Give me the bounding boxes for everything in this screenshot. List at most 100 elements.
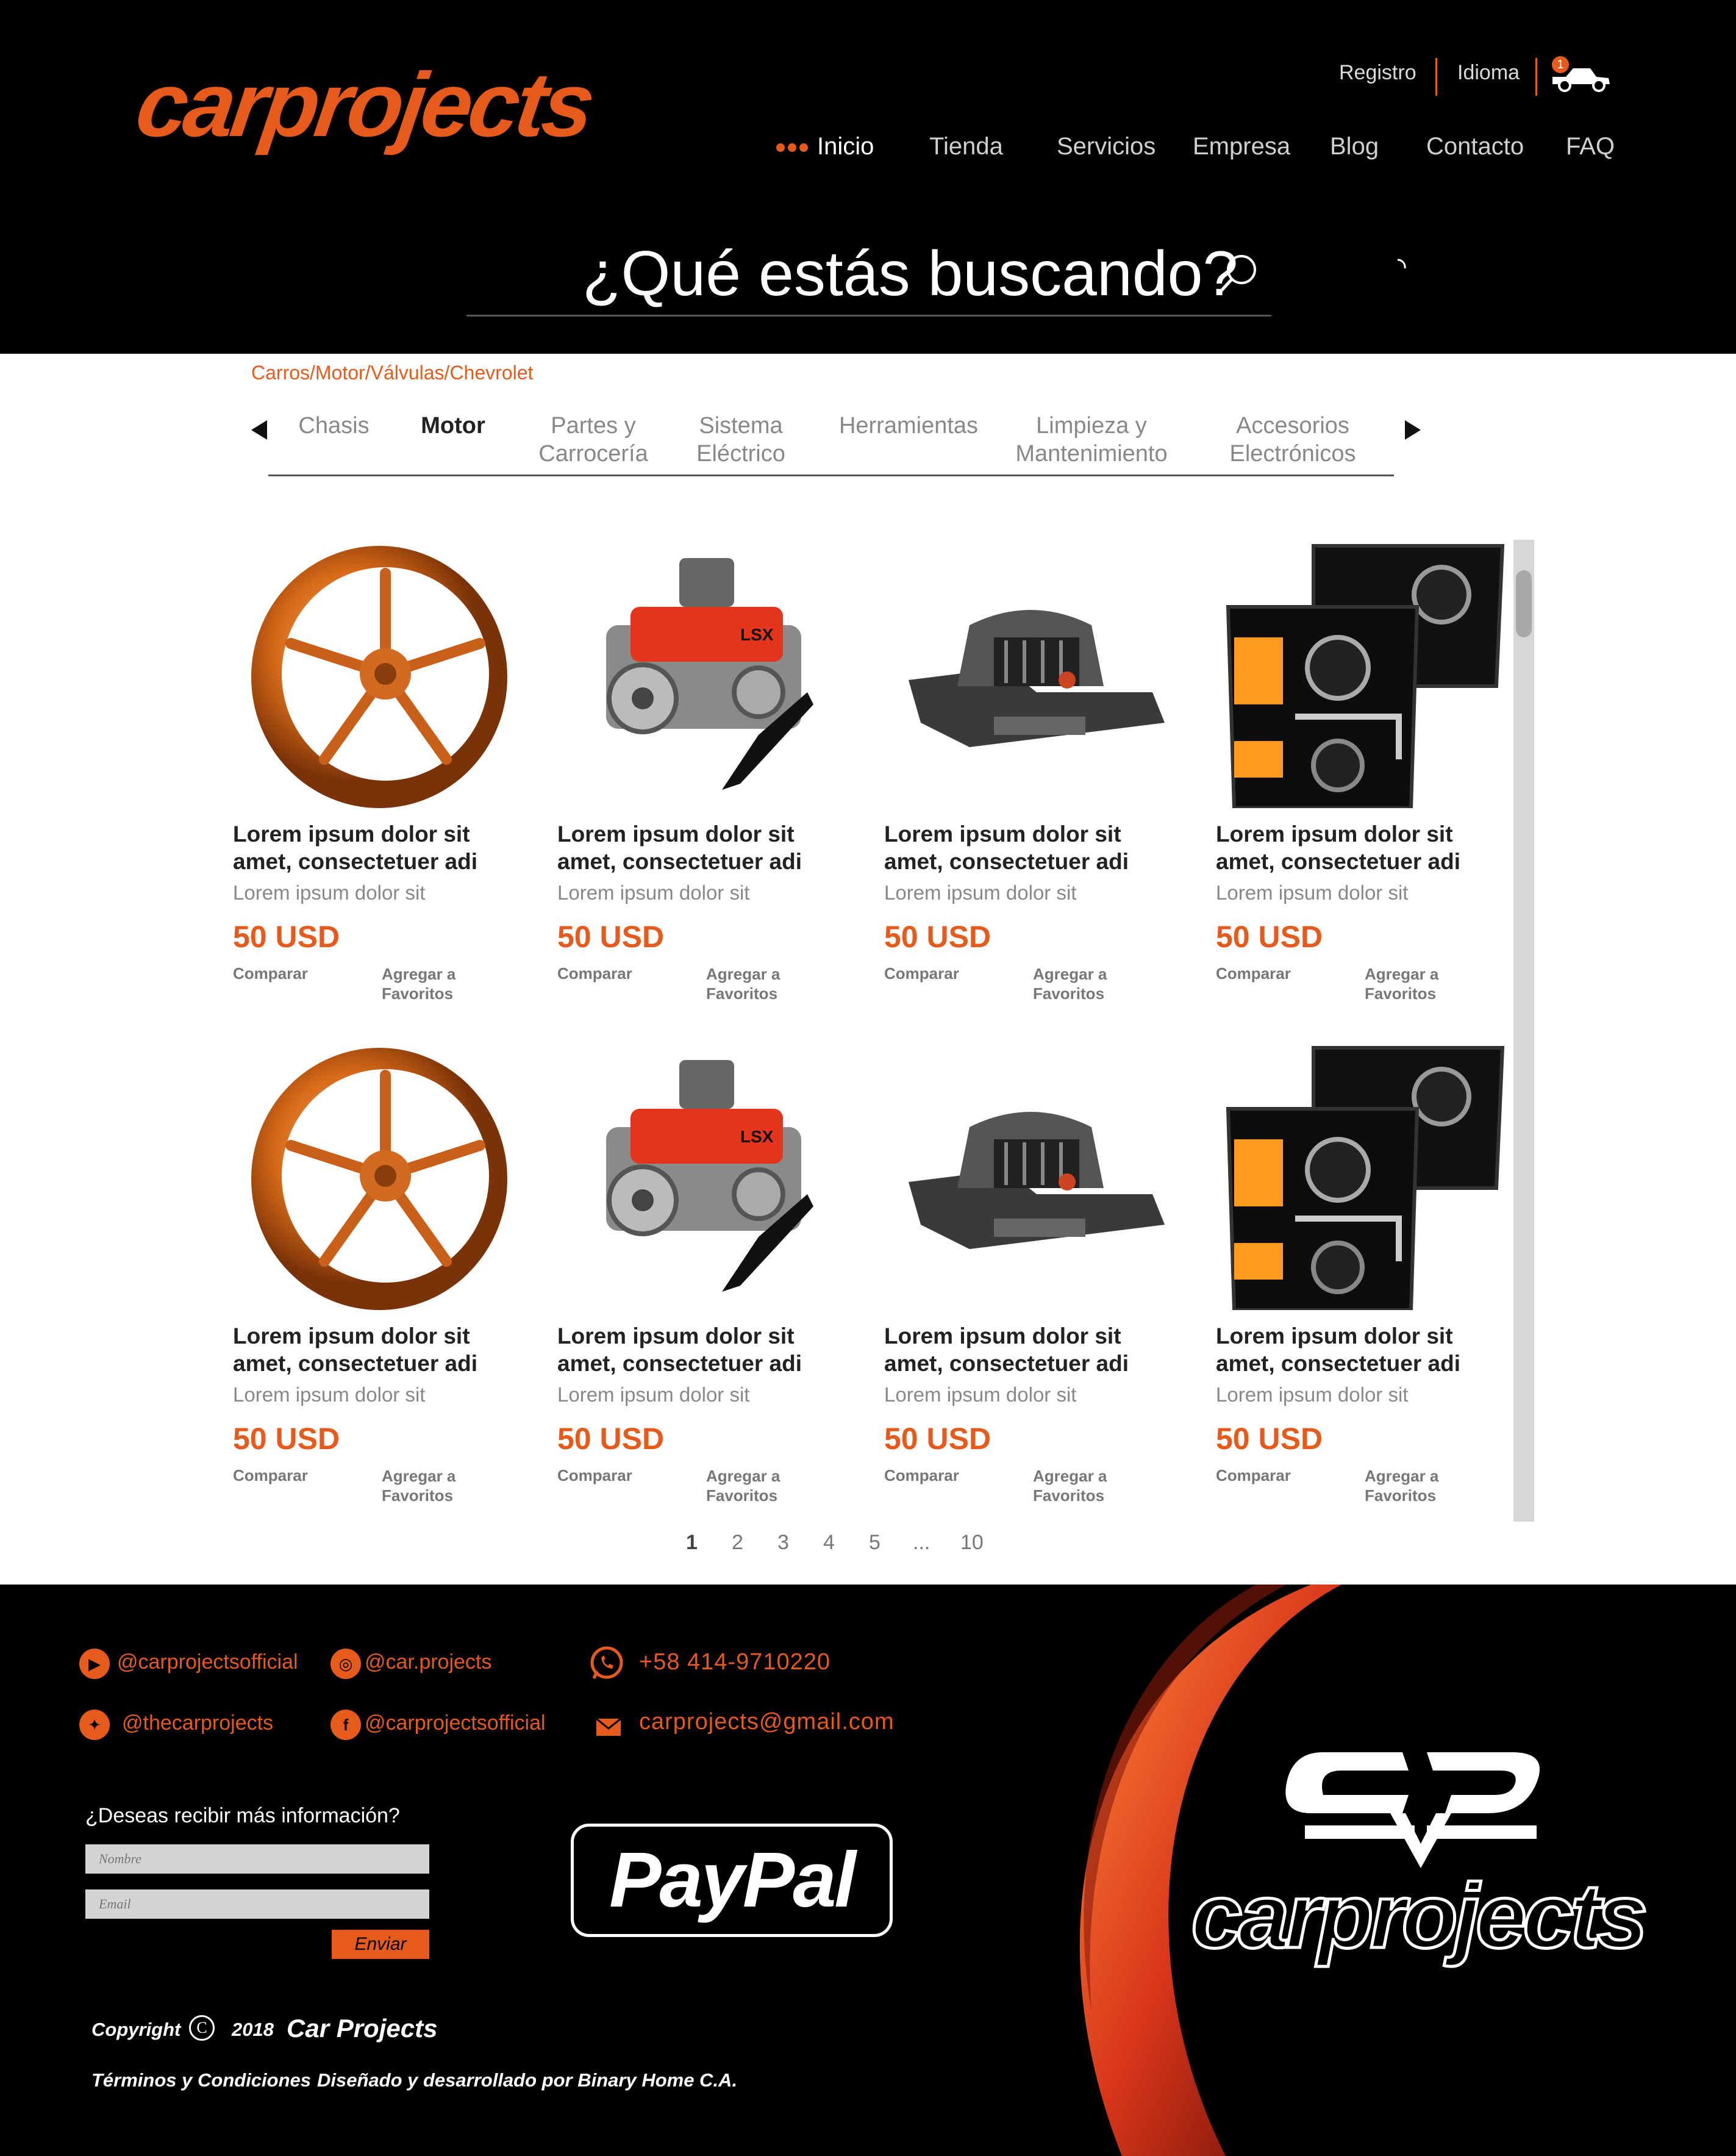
- engine-image[interactable]: LSX: [557, 540, 850, 808]
- compare-link[interactable]: Comparar: [1216, 1466, 1291, 1485]
- product-price: 50 USD: [1216, 1422, 1323, 1456]
- headlight-image[interactable]: [1216, 540, 1509, 810]
- product-subtitle: Lorem ipsum dolor sit: [557, 1383, 750, 1406]
- nav-empresa[interactable]: Empresa: [1193, 133, 1290, 160]
- language-link[interactable]: Idioma: [1457, 61, 1520, 85]
- category-next-arrow-icon[interactable]: [1402, 418, 1423, 442]
- product-title[interactable]: Lorem ipsum dolor sit amet, consectetuer …: [557, 1322, 874, 1377]
- product-title[interactable]: Lorem ipsum dolor sit amet, consectetuer …: [884, 820, 1201, 875]
- category-motor[interactable]: Motor: [407, 412, 499, 440]
- product-subtitle: Lorem ipsum dolor sit: [233, 881, 426, 904]
- page-2[interactable]: 2: [732, 1531, 743, 1555]
- email-icon[interactable]: [595, 1717, 622, 1737]
- product-title[interactable]: Lorem ipsum dolor sit amet, consectetuer …: [233, 820, 550, 875]
- search-underline: [466, 315, 1271, 317]
- facebook-handle[interactable]: @carprojectsofficial: [365, 1711, 546, 1735]
- footer-logo-text: carprojects: [1191, 1864, 1645, 1967]
- bumper-image[interactable]: [884, 1042, 1177, 1310]
- email-address[interactable]: carprojects@gmail.com: [639, 1709, 895, 1735]
- category-partes-carroceria[interactable]: Partes y Carrocería: [529, 412, 657, 468]
- nav-tienda[interactable]: Tienda: [929, 133, 1003, 160]
- add-favorite-link[interactable]: Agregar a Favoritos: [382, 1466, 485, 1505]
- compare-link[interactable]: Comparar: [884, 964, 959, 983]
- wheel-image[interactable]: [233, 540, 526, 808]
- twitter-icon[interactable]: ✦: [79, 1710, 110, 1740]
- page-4[interactable]: 4: [823, 1531, 835, 1555]
- page-5[interactable]: 5: [869, 1531, 881, 1555]
- add-favorite-link[interactable]: Agregar a Favoritos: [1033, 964, 1137, 1003]
- search-icon[interactable]: [1213, 250, 1262, 299]
- active-dots-icon: [776, 143, 808, 152]
- product-title[interactable]: Lorem ipsum dolor sit amet, consectetuer …: [233, 1322, 550, 1377]
- copyright-year: 2018: [232, 2019, 274, 2040]
- product-price: 50 USD: [557, 1422, 665, 1456]
- product-card[interactable]: Lorem ipsum dolor sit amet, consectetuer …: [1216, 1042, 1533, 1517]
- wheel-image[interactable]: [233, 1042, 526, 1310]
- add-favorite-link[interactable]: Agregar a Favoritos: [706, 964, 810, 1003]
- add-favorite-link[interactable]: Agregar a Favoritos: [1365, 964, 1468, 1003]
- compare-link[interactable]: Comparar: [884, 1466, 959, 1485]
- product-price: 50 USD: [1216, 920, 1323, 954]
- name-field[interactable]: [85, 1844, 429, 1874]
- carprojects-footer-logo[interactable]: carprojects: [1159, 1746, 1677, 1978]
- compare-link[interactable]: Comparar: [557, 964, 632, 983]
- category-prev-arrow-icon[interactable]: [249, 418, 270, 442]
- bumper-image[interactable]: [884, 540, 1177, 808]
- compare-link[interactable]: Comparar: [1216, 964, 1291, 983]
- nav-blog[interactable]: Blog: [1330, 133, 1379, 160]
- site-footer: ▶ @carprojectsofficial ◎ @car.projects ✦…: [0, 1585, 1736, 2156]
- product-card[interactable]: Lorem ipsum dolor sit amet, consectetuer …: [884, 540, 1201, 1015]
- product-card[interactable]: LSX Lorem ipsum dolor sit amet, consectetu…: [557, 540, 874, 1015]
- youtube-handle[interactable]: @carprojectsofficial: [117, 1650, 298, 1674]
- category-accesorios-electronicos[interactable]: Accesorios Electrónicos: [1210, 412, 1375, 468]
- whatsapp-icon[interactable]: [589, 1646, 624, 1681]
- product-subtitle: Lorem ipsum dolor sit: [233, 1383, 426, 1406]
- page-10[interactable]: 10: [960, 1531, 984, 1555]
- product-card[interactable]: Lorem ipsum dolor sit amet, consectetuer …: [233, 1042, 550, 1517]
- nav-faq[interactable]: FAQ: [1566, 133, 1615, 160]
- page-1[interactable]: 1: [686, 1531, 698, 1555]
- product-card[interactable]: Lorem ipsum dolor sit amet, consectetuer …: [884, 1042, 1201, 1517]
- product-title[interactable]: Lorem ipsum dolor sit amet, consectetuer …: [884, 1322, 1201, 1377]
- category-herramientas[interactable]: Herramientas: [829, 412, 988, 440]
- twitter-handle[interactable]: @thecarprojects: [122, 1711, 273, 1735]
- product-price: 50 USD: [884, 1422, 991, 1456]
- terms-link[interactable]: Términos y Condiciones: [91, 2069, 311, 2091]
- search-input[interactable]: ¿Qué estás buscando?: [582, 238, 1238, 310]
- instagram-icon[interactable]: ◎: [330, 1649, 361, 1679]
- nav-inicio[interactable]: Inicio: [817, 133, 874, 160]
- carprojects-logo[interactable]: carprojects: [116, 54, 622, 156]
- svg-text:LSX: LSX: [740, 1127, 774, 1146]
- nav-servicios[interactable]: Servicios: [1057, 133, 1156, 160]
- product-title[interactable]: Lorem ipsum dolor sit amet, consectetuer …: [1216, 820, 1533, 875]
- email-field[interactable]: [85, 1889, 429, 1919]
- cart-count-badge: 1: [1552, 56, 1569, 73]
- facebook-icon[interactable]: f: [330, 1710, 361, 1740]
- add-favorite-link[interactable]: Agregar a Favoritos: [706, 1466, 810, 1505]
- product-card[interactable]: Lorem ipsum dolor sit amet, consectetuer …: [1216, 540, 1533, 1015]
- product-card[interactable]: LSX Lorem ipsum dolor sit amet, consectetu…: [557, 1042, 874, 1517]
- nav-contacto[interactable]: Contacto: [1426, 133, 1524, 160]
- compare-link[interactable]: Comparar: [557, 1466, 632, 1485]
- send-button[interactable]: Enviar: [332, 1930, 429, 1959]
- product-title[interactable]: Lorem ipsum dolor sit amet, consectetuer …: [1216, 1322, 1533, 1377]
- category-sistema-electrico[interactable]: Sistema Eléctrico: [683, 412, 799, 468]
- product-title[interactable]: Lorem ipsum dolor sit amet, consectetuer …: [557, 820, 874, 875]
- register-link[interactable]: Registro: [1339, 61, 1416, 85]
- engine-image[interactable]: LSX: [557, 1042, 850, 1310]
- headlight-image[interactable]: [1216, 1042, 1509, 1312]
- newsletter-label: ¿Deseas recibir más información?: [85, 1804, 400, 1827]
- compare-link[interactable]: Comparar: [233, 964, 308, 983]
- instagram-handle[interactable]: @car.projects: [365, 1650, 491, 1674]
- add-favorite-link[interactable]: Agregar a Favoritos: [1365, 1466, 1468, 1505]
- add-favorite-link[interactable]: Agregar a Favoritos: [382, 964, 485, 1003]
- phone-number[interactable]: +58 414-9710220: [639, 1649, 830, 1675]
- page-3[interactable]: 3: [777, 1531, 789, 1555]
- compare-link[interactable]: Comparar: [233, 1466, 308, 1485]
- breadcrumb[interactable]: Carros/Motor/Válvulas/Chevrolet: [251, 362, 533, 384]
- product-card[interactable]: Lorem ipsum dolor sit amet, consectetuer …: [233, 540, 550, 1015]
- youtube-icon[interactable]: ▶: [79, 1649, 110, 1679]
- add-favorite-link[interactable]: Agregar a Favoritos: [1033, 1466, 1137, 1505]
- category-chasis[interactable]: Chasis: [287, 412, 381, 440]
- category-limpieza-mantenimiento[interactable]: Limpieza y Mantenimiento: [1003, 412, 1180, 468]
